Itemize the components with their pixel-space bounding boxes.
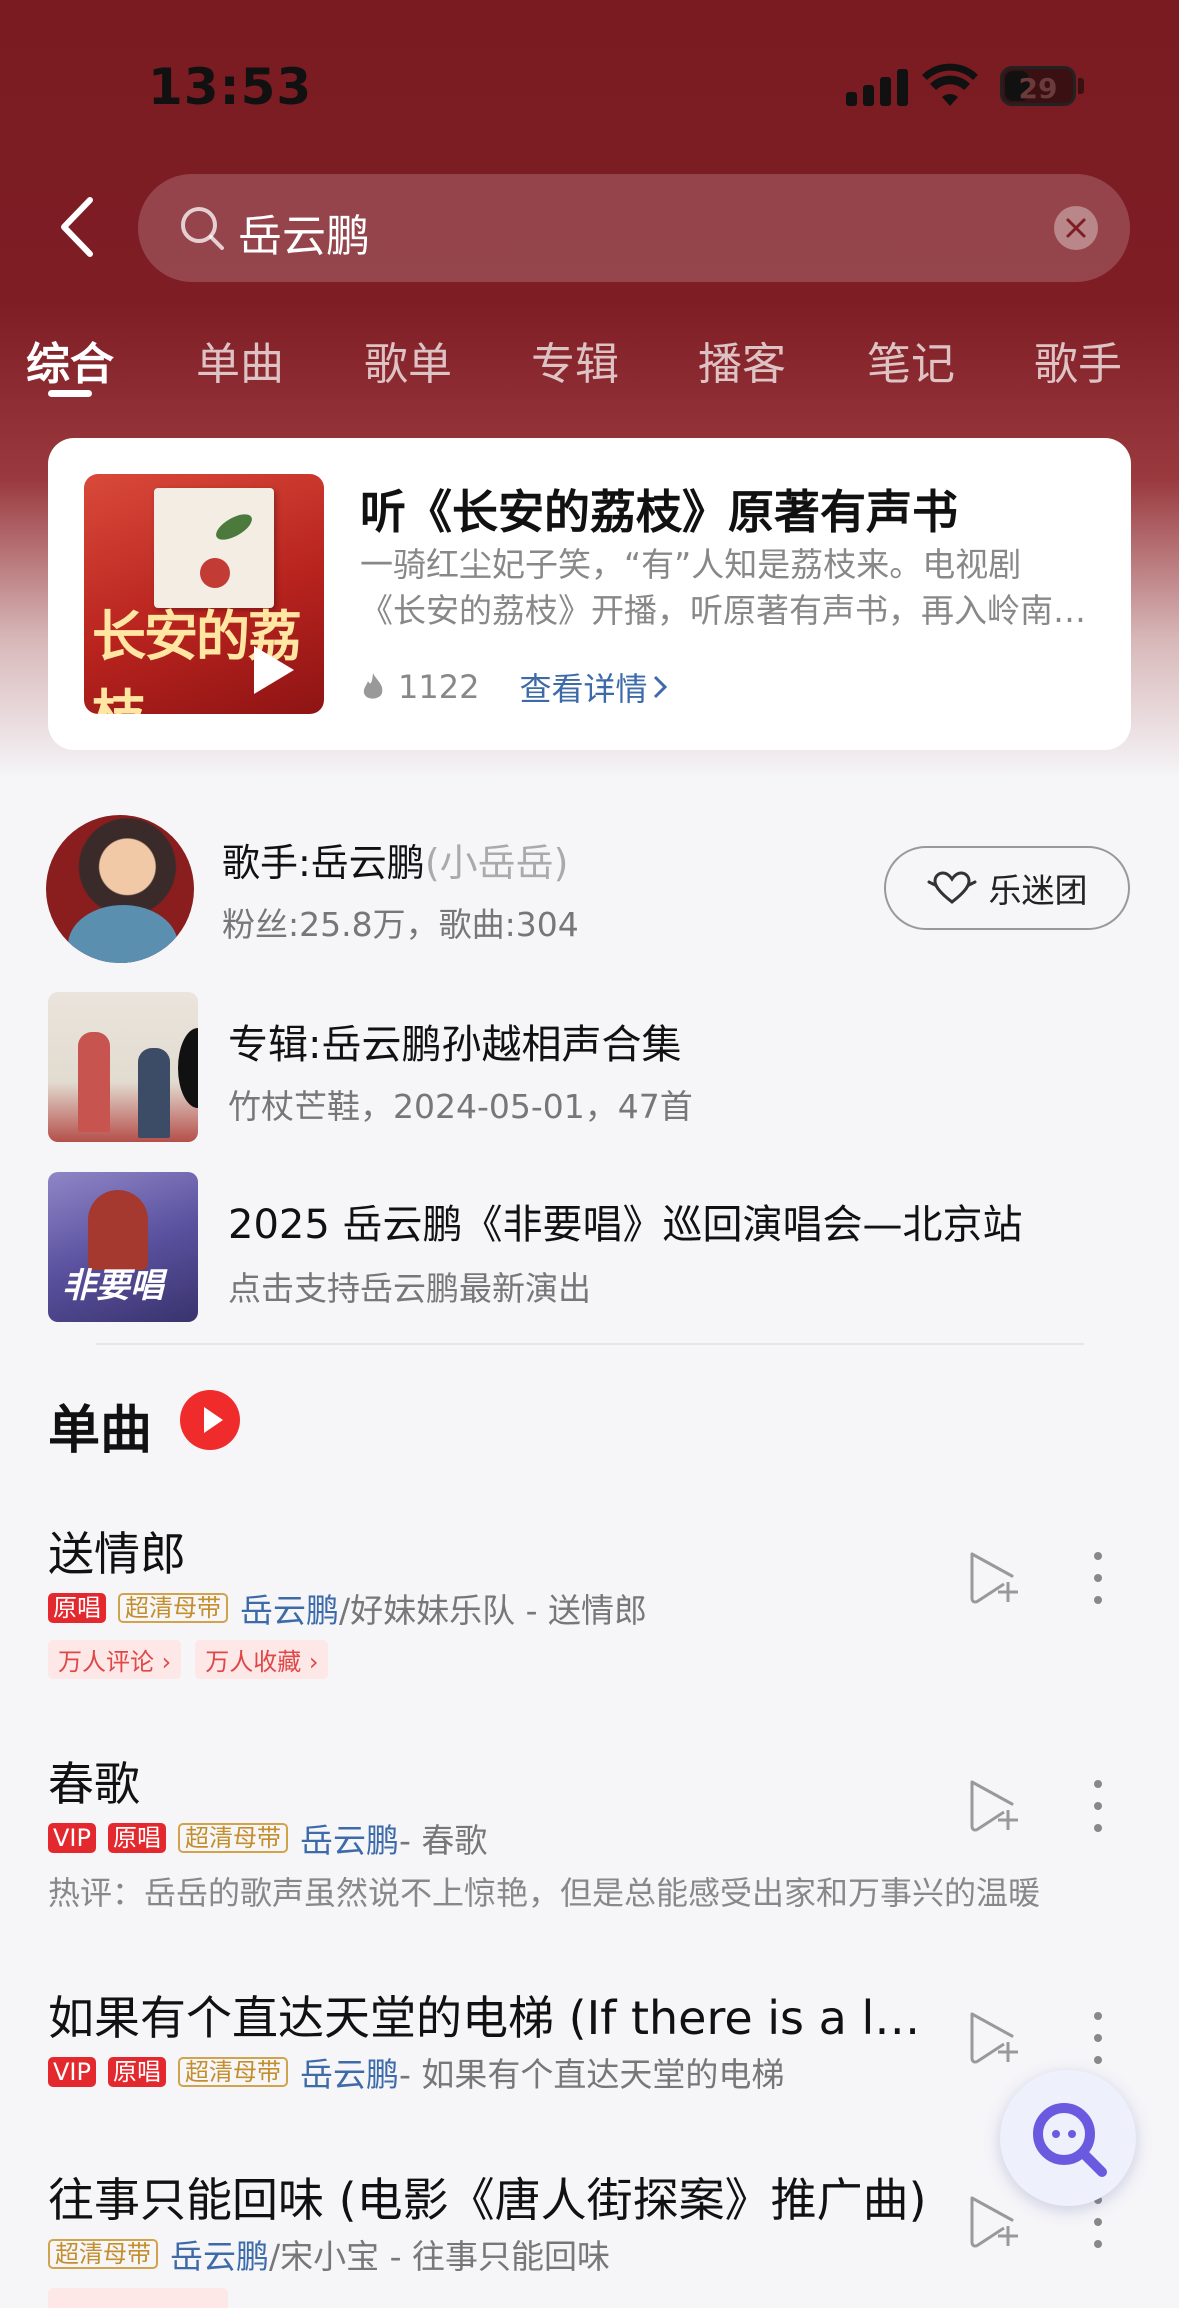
audiobook-cover[interactable]: 长安的荔枝 [84,474,324,714]
banner-meta: 1122 查看详情 [360,664,669,710]
song-meta-rest: /好妹妹乐队 - 送情郎 [339,1591,648,1630]
battery-level: 29 [1018,72,1058,105]
play-all-button[interactable] [180,1390,240,1450]
partial-tag-chip [48,2288,228,2308]
master-quality-badge: 超清母带 [177,2057,288,2087]
song-meta-rest: - 春歌 [398,1821,488,1860]
tab-comprehensive[interactable]: 综合 [26,328,114,392]
song-meta: 超清母带 岳云鹏 /宋小宝 - 往事只能回味 [48,2230,610,2278]
artist-name: 歌手:岳云鹏 [222,841,425,885]
song-title: 春歌 [48,1757,140,1811]
song-meta-rest: /宋小宝 - 往事只能回味 [269,2237,611,2276]
artist-avatar[interactable] [46,815,194,963]
flame-icon [363,673,383,699]
concert-subtitle: 点击支持岳云鹏最新演出 [228,1269,591,1308]
more-options-icon[interactable] [1086,1776,1110,1836]
close-icon [1066,218,1086,238]
vip-badge: VIP [48,2057,96,2087]
battery-tip [1078,78,1084,94]
artist-stats: 粉丝:25.8万，歌曲:304 [222,905,579,944]
artist-name-row[interactable]: 歌手:岳云鹏(小岳岳) [222,832,568,887]
song-tags: 万人评论 › 万人收藏 › [48,1640,342,1679]
master-quality-badge: 超清母带 [177,1823,288,1853]
album-title[interactable]: 专辑:岳云鹏孙越相声合集 [228,1012,681,1070]
ai-search-icon [1033,2103,1107,2177]
song-title: 如果有个直达天堂的电梯 (If there is a lift to heave… [48,1991,933,2045]
section-divider [96,1343,1084,1345]
concert-title[interactable]: 2025 岳云鹏《非要唱》巡回演唱会—北京站 [228,1192,1023,1250]
song-artist-link[interactable]: 岳云鹏 [240,1584,339,1632]
fan-heart-icon [927,871,976,904]
banner-description-line-2: 《长安的荔枝》开播，听原著有声书，再入岭南看荔枝 [360,591,1090,630]
banner-description: 一骑红尘妃子笑，“有”人知是荔枝来。电视剧 《长安的荔枝》开播，听原著有声书，再… [360,542,1090,634]
original-badge: 原唱 [107,2057,166,2087]
tab-playlists[interactable]: 歌单 [364,328,452,392]
favorites-chip[interactable]: 万人收藏 › [195,1640,329,1679]
tab-albums[interactable]: 专辑 [531,328,619,392]
banner-description-line-1: 一骑红尘妃子笑，“有”人知是荔枝来。电视剧 [360,545,1022,584]
chevron-right-icon [654,675,668,699]
back-arrow-icon[interactable] [52,192,112,262]
song-meta-rest: - 如果有个直达天堂的电梯 [398,2055,785,2094]
clear-search-button[interactable] [1054,206,1098,250]
active-tab-indicator [48,390,92,397]
add-to-playlist-icon[interactable] [966,2008,1020,2066]
song-artist-link[interactable]: 岳云鹏 [170,2230,269,2278]
tab-artists[interactable]: 歌手 [1034,328,1122,392]
ai-assistant-button[interactable] [1000,2070,1136,2206]
more-options-icon[interactable] [1086,1548,1110,1608]
song-meta: VIP 原唱 超清母带 岳云鹏 - 春歌 [48,1814,487,1862]
comments-chip[interactable]: 万人评论 › [48,1640,182,1679]
heat-count: 1122 [398,668,480,706]
add-to-playlist-icon[interactable] [966,1776,1020,1834]
concert-cover-text: 非要唱 [62,1266,164,1306]
tab-notes[interactable]: 笔记 [867,328,955,392]
album-subtitle: 竹杖芒鞋，2024-05-01，47首 [228,1087,693,1126]
hot-comment: 热评：岳岳的歌声虽然说不上惊艳，但是总能感受出家和万事兴的温暖 [48,1874,1041,1912]
original-badge: 原唱 [107,1823,166,1853]
fan-club-label: 乐迷团 [988,871,1088,910]
song-meta: 原唱 超清母带 岳云鹏 /好妹妹乐队 - 送情郎 [48,1584,647,1632]
more-options-icon[interactable] [1086,2008,1110,2068]
songs-section-title: 单曲 [48,1401,153,1461]
play-icon [254,646,294,694]
cellular-signal-icon [846,68,908,106]
concert-cover[interactable]: 非要唱 [48,1172,198,1322]
album-cover[interactable] [48,992,198,1142]
view-details-link[interactable]: 查看详情 [519,664,647,710]
add-to-playlist-icon[interactable] [966,1548,1020,1606]
add-to-playlist-icon[interactable] [966,2192,1020,2250]
song-title: 往事只能回味 (电影《唐人街探案》推广曲) [48,2173,927,2227]
status-time: 13:53 [148,58,313,116]
tab-podcasts[interactable]: 播客 [698,328,786,392]
tab-songs[interactable]: 单曲 [196,328,284,392]
original-badge: 原唱 [48,1593,106,1623]
audiobook-banner-card[interactable]: 长安的荔枝 听《长安的荔枝》原著有声书 一骑红尘妃子笑，“有”人知是荔枝来。电视… [48,438,1131,750]
song-title: 送情郎 [48,1527,186,1581]
wifi-icon [922,63,978,106]
book-illustration [154,488,274,608]
banner-title: 听《长安的荔枝》原著有声书 [360,485,958,539]
song-meta: VIP 原唱 超清母带 岳云鹏 - 如果有个直达天堂的电梯 [48,2048,784,2096]
search-query: 岳云鹏 [238,211,370,262]
artist-alias: (小岳岳) [424,841,569,885]
song-artist-link[interactable]: 岳云鹏 [300,1814,399,1862]
master-quality-badge: 超清母带 [118,1593,228,1623]
fan-club-button[interactable]: 乐迷团 [884,846,1130,930]
status-bar: 13:53 29 [0,0,1179,175]
master-quality-badge: 超清母带 [48,2239,158,2269]
battery-icon: 29 [1000,66,1076,106]
search-icon [181,207,224,250]
song-artist-link[interactable]: 岳云鹏 [300,2048,399,2096]
vip-badge: VIP [48,1823,96,1853]
search-input[interactable]: 岳云鹏 [138,174,1130,282]
search-category-tabs: 综合 单曲 歌单 专辑 播客 笔记 歌手 [0,320,1179,400]
